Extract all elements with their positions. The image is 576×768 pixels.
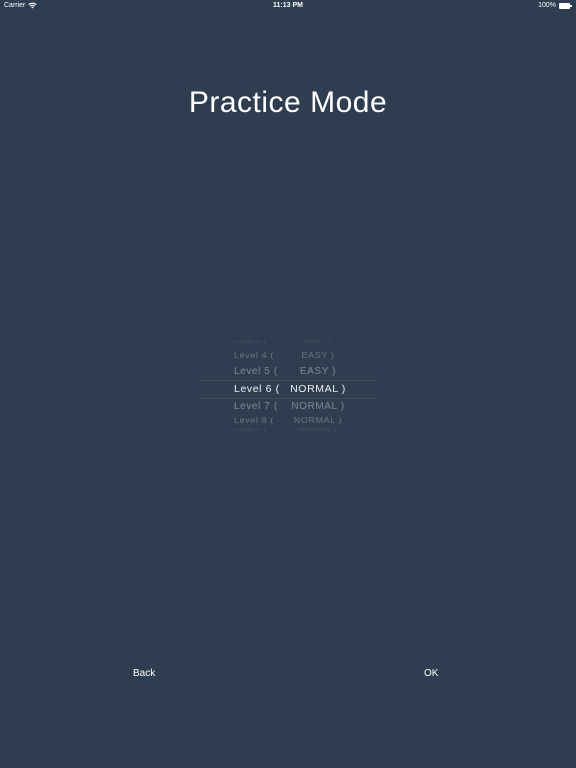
picker-selection-line-top	[200, 380, 376, 381]
picker-difficulty: EASY )	[304, 340, 332, 344]
picker-level: Level 8 (	[234, 416, 274, 425]
ok-button[interactable]: OK	[418, 666, 444, 681]
picker-level: Level 9 (	[234, 428, 267, 432]
picker-difficulty: NORMAL )	[293, 416, 343, 425]
picker-difficulty: EASY )	[299, 366, 337, 377]
picker-difficulty: EASY )	[301, 351, 335, 360]
practice-mode-screen: Carrier 11:13 PM 100% Practice Mode Leve…	[0, 0, 576, 768]
picker-selection-line-bottom	[200, 398, 376, 399]
status-right: 100%	[538, 2, 572, 9]
picker-level: Level 3 (	[234, 340, 267, 344]
status-bar: Carrier 11:13 PM 100%	[0, 0, 576, 13]
picker-difficulty: NORMAL )	[298, 428, 338, 432]
level-picker[interactable]: Level 3 ( EASY ) Level 4 ( EASY ) Level …	[200, 338, 376, 438]
page-title: Practice Mode	[188, 86, 388, 119]
battery-icon	[559, 2, 572, 9]
picker-difficulty: NORMAL )	[290, 383, 346, 395]
status-time: 11:13 PM	[273, 2, 303, 9]
picker-difficulty: NORMAL )	[291, 401, 345, 412]
picker-level: Level 5 (	[234, 366, 278, 377]
picker-level: Level 7 (	[234, 401, 278, 412]
battery-percent: 100%	[538, 2, 556, 9]
picker-level: Level 6 (	[234, 383, 280, 395]
picker-level: Level 4 (	[234, 351, 274, 360]
back-button[interactable]: Back	[127, 666, 161, 681]
